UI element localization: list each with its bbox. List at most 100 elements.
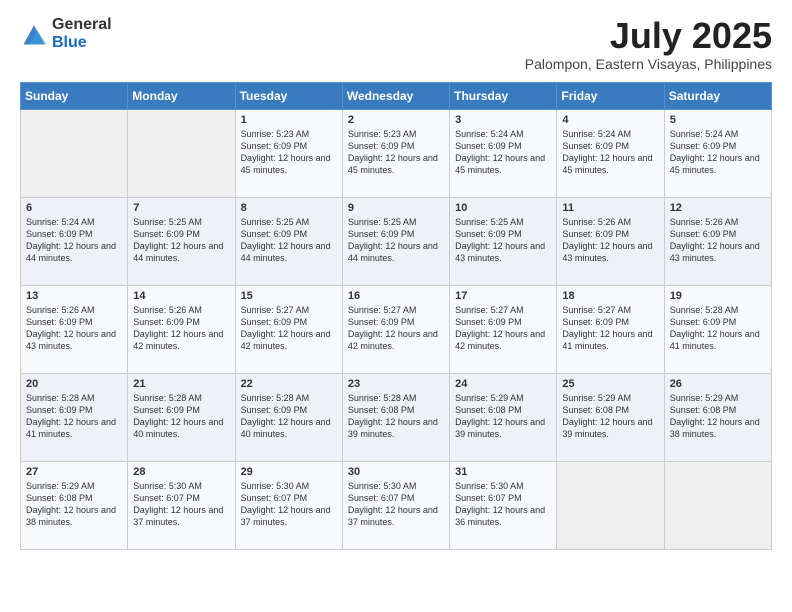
table-row: 18 Sunrise: 5:27 AM Sunset: 6:09 PM Dayl… — [557, 285, 664, 373]
cell-info: Sunrise: 5:27 AM Sunset: 6:09 PM Dayligh… — [455, 304, 551, 353]
day-number: 16 — [348, 290, 444, 302]
daylight-text: Daylight: 12 hours and 43 minutes. — [26, 329, 116, 351]
sunrise-text: Sunrise: 5:27 AM — [241, 305, 310, 315]
sunrise-text: Sunrise: 5:28 AM — [133, 393, 202, 403]
sunrise-text: Sunrise: 5:28 AM — [348, 393, 417, 403]
title-month: July 2025 — [525, 16, 772, 56]
sunset-text: Sunset: 6:09 PM — [562, 317, 629, 327]
table-row: 25 Sunrise: 5:29 AM Sunset: 6:08 PM Dayl… — [557, 373, 664, 461]
sunset-text: Sunset: 6:09 PM — [562, 229, 629, 239]
cell-info: Sunrise: 5:26 AM Sunset: 6:09 PM Dayligh… — [133, 304, 229, 353]
day-number: 26 — [670, 378, 766, 390]
sunrise-text: Sunrise: 5:29 AM — [455, 393, 524, 403]
day-number: 4 — [562, 114, 658, 126]
sunrise-text: Sunrise: 5:24 AM — [455, 129, 524, 139]
cell-info: Sunrise: 5:25 AM Sunset: 6:09 PM Dayligh… — [348, 216, 444, 265]
cell-info: Sunrise: 5:28 AM Sunset: 6:09 PM Dayligh… — [133, 392, 229, 441]
table-row — [21, 109, 128, 197]
table-row: 12 Sunrise: 5:26 AM Sunset: 6:09 PM Dayl… — [664, 197, 771, 285]
daylight-text: Daylight: 12 hours and 41 minutes. — [670, 329, 760, 351]
calendar-table: Sunday Monday Tuesday Wednesday Thursday… — [20, 82, 772, 550]
sunrise-text: Sunrise: 5:24 AM — [26, 217, 95, 227]
daylight-text: Daylight: 12 hours and 38 minutes. — [670, 417, 760, 439]
header: General Blue July 2025 Palompon, Eastern… — [20, 16, 772, 72]
header-friday: Friday — [557, 82, 664, 109]
table-row — [664, 461, 771, 549]
header-thursday: Thursday — [450, 82, 557, 109]
sunset-text: Sunset: 6:08 PM — [455, 405, 522, 415]
cell-info: Sunrise: 5:25 AM Sunset: 6:09 PM Dayligh… — [241, 216, 337, 265]
calendar-header-row: Sunday Monday Tuesday Wednesday Thursday… — [21, 82, 772, 109]
cell-info: Sunrise: 5:29 AM Sunset: 6:08 PM Dayligh… — [26, 480, 122, 529]
cell-info: Sunrise: 5:30 AM Sunset: 6:07 PM Dayligh… — [455, 480, 551, 529]
sunrise-text: Sunrise: 5:30 AM — [133, 481, 202, 491]
daylight-text: Daylight: 12 hours and 43 minutes. — [562, 241, 652, 263]
table-row: 15 Sunrise: 5:27 AM Sunset: 6:09 PM Dayl… — [235, 285, 342, 373]
sunset-text: Sunset: 6:09 PM — [241, 405, 308, 415]
sunset-text: Sunset: 6:09 PM — [670, 141, 737, 151]
cell-info: Sunrise: 5:26 AM Sunset: 6:09 PM Dayligh… — [562, 216, 658, 265]
daylight-text: Daylight: 12 hours and 42 minutes. — [241, 329, 331, 351]
table-row: 31 Sunrise: 5:30 AM Sunset: 6:07 PM Dayl… — [450, 461, 557, 549]
day-number: 18 — [562, 290, 658, 302]
cell-info: Sunrise: 5:24 AM Sunset: 6:09 PM Dayligh… — [455, 128, 551, 177]
day-number: 9 — [348, 202, 444, 214]
table-row — [557, 461, 664, 549]
cell-info: Sunrise: 5:24 AM Sunset: 6:09 PM Dayligh… — [670, 128, 766, 177]
sunset-text: Sunset: 6:09 PM — [455, 317, 522, 327]
sunrise-text: Sunrise: 5:29 AM — [670, 393, 739, 403]
table-row: 7 Sunrise: 5:25 AM Sunset: 6:09 PM Dayli… — [128, 197, 235, 285]
logo-icon — [20, 20, 48, 48]
day-number: 19 — [670, 290, 766, 302]
sunset-text: Sunset: 6:07 PM — [241, 493, 308, 503]
daylight-text: Daylight: 12 hours and 37 minutes. — [133, 505, 223, 527]
sunrise-text: Sunrise: 5:29 AM — [26, 481, 95, 491]
cell-info: Sunrise: 5:29 AM Sunset: 6:08 PM Dayligh… — [670, 392, 766, 441]
calendar-week-row: 20 Sunrise: 5:28 AM Sunset: 6:09 PM Dayl… — [21, 373, 772, 461]
header-saturday: Saturday — [664, 82, 771, 109]
sunrise-text: Sunrise: 5:29 AM — [562, 393, 631, 403]
sunrise-text: Sunrise: 5:27 AM — [562, 305, 631, 315]
sunset-text: Sunset: 6:08 PM — [562, 405, 629, 415]
sunrise-text: Sunrise: 5:30 AM — [241, 481, 310, 491]
daylight-text: Daylight: 12 hours and 40 minutes. — [241, 417, 331, 439]
header-tuesday: Tuesday — [235, 82, 342, 109]
table-row: 30 Sunrise: 5:30 AM Sunset: 6:07 PM Dayl… — [342, 461, 449, 549]
daylight-text: Daylight: 12 hours and 37 minutes. — [348, 505, 438, 527]
sunset-text: Sunset: 6:08 PM — [26, 493, 93, 503]
table-row: 14 Sunrise: 5:26 AM Sunset: 6:09 PM Dayl… — [128, 285, 235, 373]
header-monday: Monday — [128, 82, 235, 109]
sunrise-text: Sunrise: 5:25 AM — [455, 217, 524, 227]
sunset-text: Sunset: 6:07 PM — [348, 493, 415, 503]
sunset-text: Sunset: 6:09 PM — [348, 317, 415, 327]
day-number: 20 — [26, 378, 122, 390]
table-row: 28 Sunrise: 5:30 AM Sunset: 6:07 PM Dayl… — [128, 461, 235, 549]
sunset-text: Sunset: 6:08 PM — [670, 405, 737, 415]
sunset-text: Sunset: 6:09 PM — [133, 405, 200, 415]
daylight-text: Daylight: 12 hours and 42 minutes. — [455, 329, 545, 351]
sunrise-text: Sunrise: 5:26 AM — [562, 217, 631, 227]
day-number: 11 — [562, 202, 658, 214]
cell-info: Sunrise: 5:28 AM Sunset: 6:09 PM Dayligh… — [26, 392, 122, 441]
title-block: July 2025 Palompon, Eastern Visayas, Phi… — [525, 16, 772, 72]
table-row: 29 Sunrise: 5:30 AM Sunset: 6:07 PM Dayl… — [235, 461, 342, 549]
daylight-text: Daylight: 12 hours and 41 minutes. — [26, 417, 116, 439]
calendar-week-row: 27 Sunrise: 5:29 AM Sunset: 6:08 PM Dayl… — [21, 461, 772, 549]
day-number: 30 — [348, 466, 444, 478]
title-location: Palompon, Eastern Visayas, Philippines — [525, 56, 772, 72]
sunset-text: Sunset: 6:09 PM — [455, 229, 522, 239]
sunrise-text: Sunrise: 5:24 AM — [670, 129, 739, 139]
day-number: 1 — [241, 114, 337, 126]
daylight-text: Daylight: 12 hours and 45 minutes. — [241, 153, 331, 175]
daylight-text: Daylight: 12 hours and 42 minutes. — [133, 329, 223, 351]
cell-info: Sunrise: 5:29 AM Sunset: 6:08 PM Dayligh… — [562, 392, 658, 441]
sunset-text: Sunset: 6:09 PM — [26, 405, 93, 415]
cell-info: Sunrise: 5:28 AM Sunset: 6:08 PM Dayligh… — [348, 392, 444, 441]
cell-info: Sunrise: 5:24 AM Sunset: 6:09 PM Dayligh… — [26, 216, 122, 265]
cell-info: Sunrise: 5:25 AM Sunset: 6:09 PM Dayligh… — [133, 216, 229, 265]
table-row: 16 Sunrise: 5:27 AM Sunset: 6:09 PM Dayl… — [342, 285, 449, 373]
sunset-text: Sunset: 6:09 PM — [241, 141, 308, 151]
sunset-text: Sunset: 6:09 PM — [670, 229, 737, 239]
cell-info: Sunrise: 5:24 AM Sunset: 6:09 PM Dayligh… — [562, 128, 658, 177]
sunrise-text: Sunrise: 5:25 AM — [133, 217, 202, 227]
